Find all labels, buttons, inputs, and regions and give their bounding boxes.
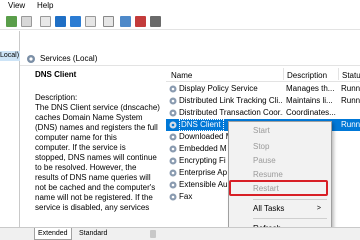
show-hide-icon[interactable]	[103, 16, 114, 27]
menu-item-all-tasks[interactable]: All Tasks >	[229, 202, 331, 216]
service-gear-icon	[169, 169, 177, 177]
description-line: to be resolved. However, the	[35, 163, 137, 172]
menu-bar: View Help	[0, 0, 360, 14]
horizontal-scrollbar[interactable]	[150, 230, 156, 238]
table-row[interactable]: Distributed Link Tracking Cli... Maintai…	[166, 95, 360, 107]
service-name: Distributed Transaction Coor...	[179, 108, 283, 117]
description-line: computer name for this	[35, 133, 117, 142]
services-header: Services (Local)	[20, 52, 360, 66]
service-name-heading: DNS Client	[35, 70, 77, 79]
tree-item-services-local[interactable]: Local)	[0, 51, 20, 61]
start-service-icon[interactable]	[120, 16, 131, 27]
all-tasks-label: All Tasks	[253, 204, 285, 213]
description-line: stopped, DNS names will continue	[35, 153, 157, 162]
menu-help[interactable]: Help	[37, 1, 53, 10]
menu-separator	[253, 199, 327, 200]
toolbar	[0, 14, 360, 30]
description-line: service is disabled, any services	[35, 203, 150, 212]
column-name[interactable]: Name	[171, 71, 192, 80]
properties-icon[interactable]	[55, 16, 66, 27]
export-list-icon[interactable]	[85, 16, 96, 27]
service-gear-icon	[169, 157, 177, 165]
description-label: Description:	[35, 93, 78, 102]
column-divider[interactable]	[283, 68, 284, 80]
service-name: DNS Client	[179, 119, 224, 131]
description-line: The DNS Client service (dnscache)	[35, 103, 160, 112]
service-description: Coordinates...	[286, 108, 336, 117]
column-divider[interactable]	[338, 68, 339, 80]
description-line: name will not be registered. If the	[35, 193, 153, 202]
view-tabs: Extended Standard	[0, 227, 360, 240]
service-name: Display Policy Service	[179, 84, 258, 93]
service-gear-icon	[169, 133, 177, 141]
menu-item-start[interactable]: Start	[229, 124, 331, 138]
menu-view[interactable]: View	[8, 1, 25, 10]
console-tree: Local)	[0, 31, 20, 227]
service-gear-icon	[169, 145, 177, 153]
table-row[interactable]: Distributed Transaction Coor... Coordina…	[166, 107, 360, 119]
column-description[interactable]: Description	[287, 71, 327, 80]
description-line: caches Domain Name System	[35, 113, 143, 122]
tab-extended[interactable]: Extended	[34, 228, 72, 240]
list-header: Name Description Status	[166, 66, 360, 82]
menu-item-stop[interactable]: Stop	[229, 140, 331, 154]
help-icon[interactable]	[70, 16, 81, 27]
service-status: Runn	[341, 96, 360, 105]
description-line: computer. If the service is	[35, 143, 126, 152]
context-menu: Start Stop Pause Resume Restart All Task…	[228, 121, 332, 240]
services-title: Services (Local)	[40, 54, 98, 63]
description-pane: DNS Client Description: The DNS Client s…	[20, 66, 166, 227]
service-gear-icon	[169, 121, 177, 129]
back-icon[interactable]	[6, 16, 17, 27]
submenu-arrow-icon: >	[316, 205, 321, 212]
restart-highlight-box	[229, 180, 328, 196]
menu-item-pause[interactable]: Pause	[229, 154, 331, 168]
service-gear-icon	[169, 85, 177, 93]
service-status: Runn	[341, 120, 360, 129]
service-name: Distributed Link Tracking Cli...	[179, 96, 283, 105]
gear-icon	[27, 55, 35, 63]
description-text: The DNS Client service (dnscache) caches…	[35, 103, 165, 213]
menu-separator	[253, 218, 327, 219]
console-tree-icon[interactable]	[21, 16, 32, 27]
tab-standard[interactable]: Standard	[76, 228, 111, 240]
stop-service-icon[interactable]	[135, 16, 146, 27]
service-gear-icon	[169, 109, 177, 117]
service-status: Runn	[341, 84, 360, 93]
service-description: Maintains li...	[286, 96, 333, 105]
service-gear-icon	[169, 193, 177, 201]
service-description: Manages th...	[286, 84, 335, 93]
table-row[interactable]: Display Policy Service Manages th... Run…	[166, 83, 360, 95]
column-status[interactable]: Status	[342, 71, 360, 80]
description-line: (DNS) names and registers the full	[35, 123, 158, 132]
up-level-icon[interactable]	[40, 16, 51, 27]
service-gear-icon	[169, 97, 177, 105]
pause-service-icon[interactable]	[150, 16, 161, 27]
description-line: not be cached and the computer's	[35, 183, 156, 192]
description-line: results of DNS name queries will	[35, 173, 151, 182]
service-gear-icon	[169, 181, 177, 189]
